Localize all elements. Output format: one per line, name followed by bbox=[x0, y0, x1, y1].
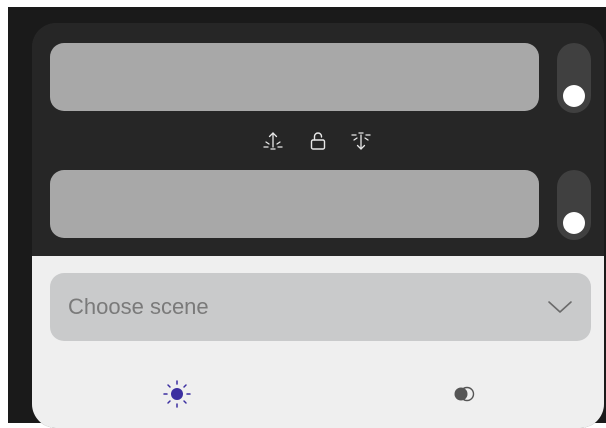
chevron-down-icon bbox=[548, 301, 572, 313]
brightness-icon[interactable] bbox=[161, 378, 193, 410]
toggle-knob[interactable] bbox=[563, 212, 585, 234]
tilt-down-icon[interactable] bbox=[348, 128, 374, 154]
bottom-toggle[interactable] bbox=[557, 170, 591, 240]
top-toggle[interactable] bbox=[557, 43, 591, 113]
tilt-up-icon[interactable] bbox=[260, 128, 286, 154]
blind-control-area bbox=[32, 23, 604, 256]
control-card: Choose scene bbox=[32, 23, 604, 428]
app-frame: Choose scene bbox=[8, 7, 606, 428]
color-temperature-icon[interactable] bbox=[448, 378, 480, 410]
top-position-slider[interactable] bbox=[50, 43, 539, 111]
blind-tilt-controls bbox=[32, 128, 604, 154]
toggle-knob[interactable] bbox=[563, 85, 585, 107]
lock-open-icon[interactable] bbox=[305, 128, 331, 154]
scene-dropdown-label: Choose scene bbox=[68, 294, 209, 319]
bottom-position-slider[interactable] bbox=[50, 170, 539, 238]
scene-dropdown[interactable]: Choose scene bbox=[50, 273, 591, 341]
